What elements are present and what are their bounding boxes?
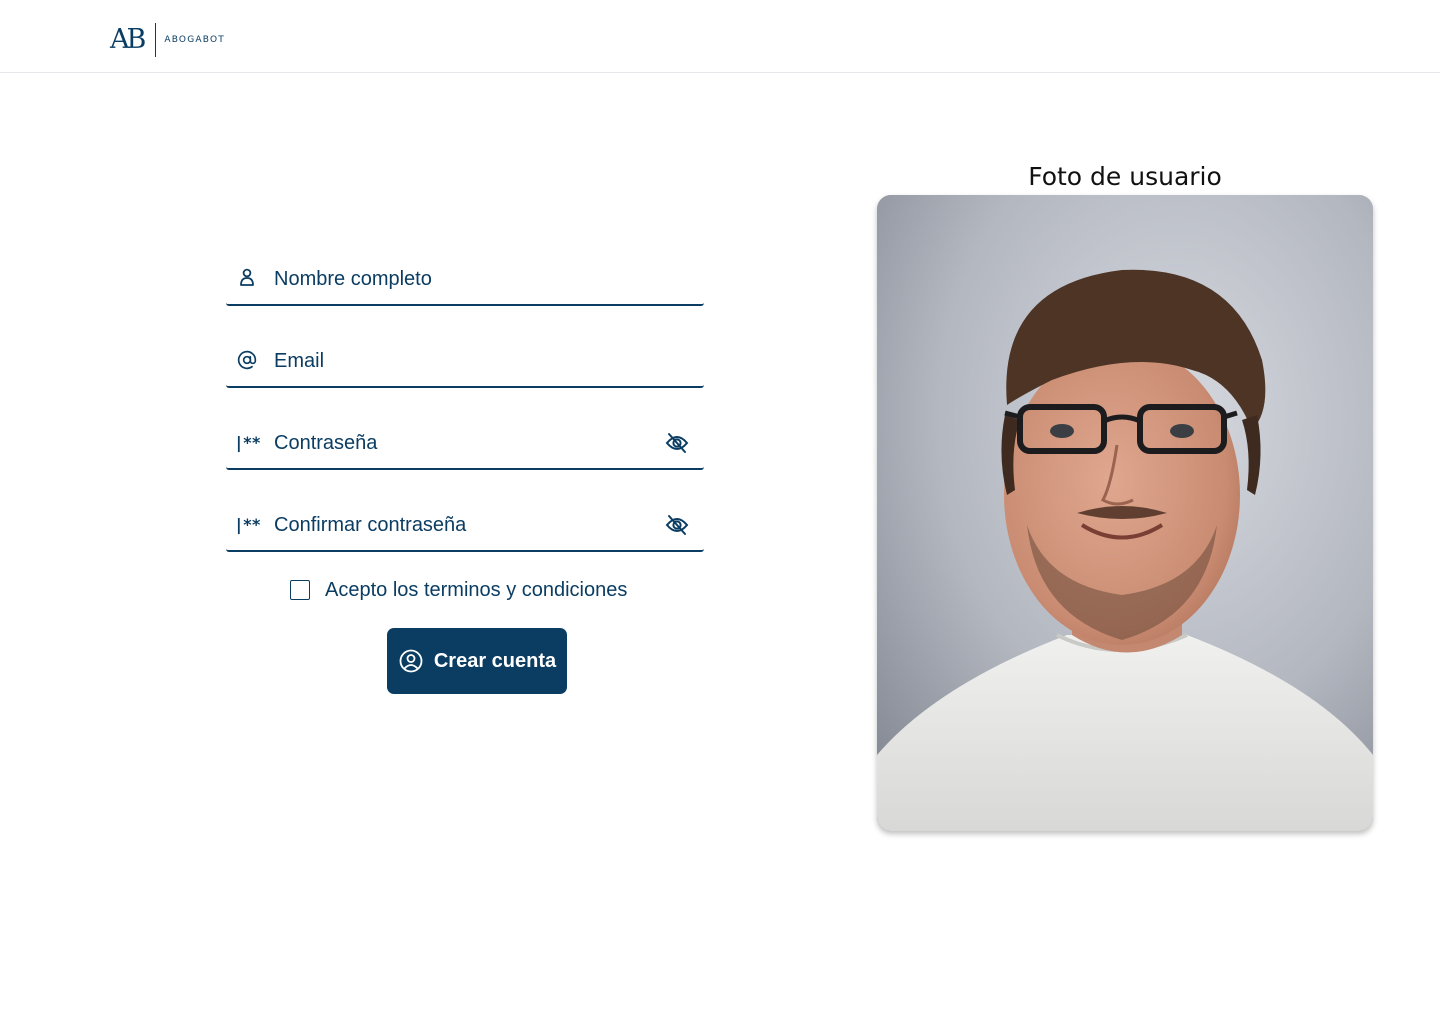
user-circle-icon — [398, 648, 424, 674]
confirm-password-field: |** — [226, 496, 704, 552]
abogabot-logo[interactable]: AB ABOGABOT — [110, 22, 225, 58]
logo-text: ABOGABOT — [164, 35, 225, 45]
password-icon: |** — [234, 432, 261, 452]
person-icon — [236, 267, 258, 289]
full-name-input[interactable] — [274, 264, 654, 294]
email-field — [226, 332, 704, 388]
password-input[interactable] — [274, 428, 654, 458]
create-account-label: Crear cuenta — [433, 649, 557, 672]
top-header: AB ABOGABOT — [0, 0, 1440, 73]
logo-divider — [155, 23, 157, 57]
confirm-password-input[interactable] — [274, 510, 654, 540]
eye-off-icon[interactable] — [664, 512, 690, 538]
terms-checkbox[interactable] — [290, 580, 310, 600]
user-photo-image — [877, 195, 1373, 831]
register-form: |** |** — [226, 250, 704, 552]
terms-label[interactable]: Acepto los terminos y condiciones — [325, 579, 627, 602]
terms-row: Acepto los terminos y condiciones — [290, 578, 627, 602]
photo-title: Foto de usuario — [1028, 162, 1222, 191]
eye-off-icon[interactable] — [664, 430, 690, 456]
create-account-button[interactable]: Crear cuenta — [387, 628, 567, 694]
email-input[interactable] — [274, 346, 654, 376]
at-sign-icon — [236, 349, 258, 371]
full-name-field — [226, 250, 704, 306]
password-field: |** — [226, 414, 704, 470]
password-icon: |** — [234, 514, 261, 534]
user-photo[interactable] — [877, 195, 1373, 831]
logo-mark: AB — [110, 24, 146, 55]
